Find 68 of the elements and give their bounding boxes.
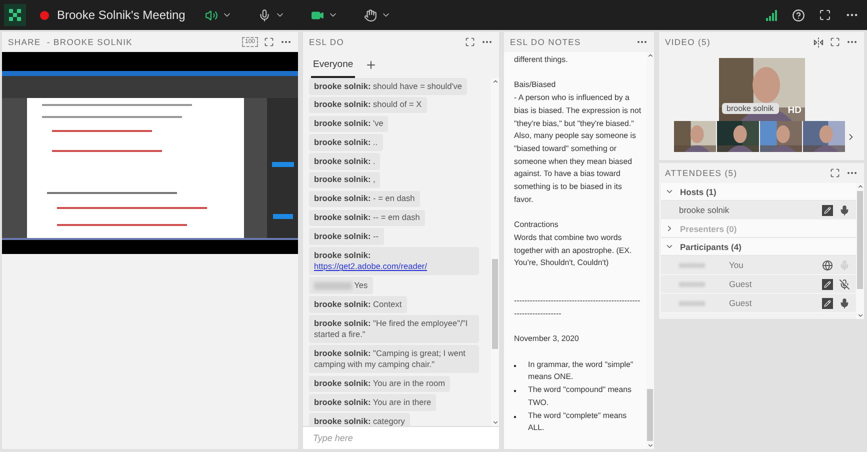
pod-title: ESL DO bbox=[309, 37, 346, 47]
scroll-up-icon[interactable] bbox=[492, 78, 498, 85]
attendee-role: Guest bbox=[729, 279, 753, 289]
scroll-down-icon[interactable] bbox=[856, 312, 864, 319]
maximize-icon[interactable] bbox=[830, 37, 840, 47]
attendee-role: Guest bbox=[729, 298, 753, 308]
meeting-title: Brooke Solnik's Meeting bbox=[57, 8, 186, 22]
scrollbar[interactable] bbox=[491, 78, 499, 426]
scroll-down-icon[interactable] bbox=[646, 442, 654, 449]
connection-signal-icon[interactable] bbox=[766, 10, 778, 20]
chat-message: brooke solnik: Context bbox=[309, 296, 407, 313]
fullscreen-icon[interactable] bbox=[819, 9, 831, 21]
app-logo-icon[interactable] bbox=[4, 4, 26, 26]
scrollbar[interactable] bbox=[856, 183, 864, 319]
chat-message: Yes bbox=[309, 277, 373, 294]
maximize-icon[interactable] bbox=[264, 37, 274, 47]
attendee-row[interactable]: Guest bbox=[661, 294, 856, 313]
chat-message: brooke solnik: You are in the room bbox=[309, 376, 450, 392]
mirror-icon[interactable] bbox=[813, 36, 824, 48]
chat-message: brooke solnik: category bbox=[309, 413, 410, 426]
attendee-row[interactable]: Guest bbox=[661, 275, 856, 294]
chat-message: brooke solnik: "Camping is great; I went camping with my camping chair." bbox=[309, 345, 479, 374]
chat-input-field[interactable]: Type here bbox=[303, 426, 499, 449]
chat-message: brooke solnik: . bbox=[309, 153, 380, 170]
chat-message: brooke solnik: .. bbox=[309, 134, 383, 151]
add-tab-icon[interactable] bbox=[365, 59, 378, 71]
chat-message: brooke solnik: should have = should've bbox=[309, 78, 468, 94]
muted-microphone-icon[interactable] bbox=[839, 278, 850, 290]
pod-title: ESL DO NOTES bbox=[510, 37, 582, 47]
microphone-icon bbox=[258, 8, 272, 22]
scroll-down-icon[interactable] bbox=[492, 419, 498, 426]
chat-message: brooke solnik: -- = em dash bbox=[309, 210, 425, 226]
recording-indicator[interactable] bbox=[40, 10, 49, 20]
chat-message: brooke solnik: -- bbox=[309, 228, 384, 245]
microphone-icon[interactable] bbox=[839, 204, 850, 216]
chat-message: brooke solnik: You are in there bbox=[309, 394, 436, 411]
hand-icon bbox=[364, 8, 378, 22]
chat-message: brooke solnik: "He fired the employee"/"I started a fire." bbox=[309, 315, 479, 344]
chevron-down-icon[interactable] bbox=[665, 242, 674, 251]
attendee-group-header[interactable]: Hosts (1) bbox=[661, 183, 856, 201]
maximize-icon[interactable] bbox=[465, 37, 475, 47]
chevron-down-icon[interactable] bbox=[665, 187, 674, 196]
scrollbar[interactable] bbox=[646, 52, 654, 449]
chat-message: brooke solnik: https://get2.adobe.com/reader/ bbox=[309, 247, 479, 276]
globe-icon[interactable] bbox=[822, 260, 833, 270]
maximize-icon[interactable] bbox=[830, 168, 840, 178]
pod-title: ATTENDEES (5) bbox=[665, 168, 738, 178]
chat-link[interactable]: https://get2.adobe.com/reader/ bbox=[314, 261, 428, 272]
attendee-row[interactable]: brooke solnik bbox=[661, 201, 856, 220]
attendee-role: You bbox=[729, 260, 744, 270]
chat-message: brooke solnik: should of = X bbox=[309, 96, 427, 114]
attendee-group-header[interactable]: Participants (4) bbox=[661, 238, 856, 256]
camera-icon bbox=[311, 8, 324, 22]
chat-message: brooke solnik: , bbox=[309, 172, 380, 188]
attendee-name: brooke solnik bbox=[679, 205, 730, 215]
pod-title: VIDEO (5) bbox=[665, 37, 712, 47]
pod-title: SHARE - BROOKE SOLNIK bbox=[8, 37, 134, 47]
pencil-icon[interactable] bbox=[822, 298, 833, 308]
microphone-icon[interactable] bbox=[839, 298, 850, 308]
chat-message: brooke solnik: 've bbox=[309, 116, 388, 132]
scroll-up-icon[interactable] bbox=[646, 52, 654, 59]
help-icon[interactable] bbox=[792, 8, 805, 22]
pencil-icon[interactable] bbox=[822, 204, 833, 216]
scroll-up-icon[interactable] bbox=[856, 183, 864, 190]
pencil-icon[interactable] bbox=[822, 278, 833, 290]
attendee-row[interactable]: You bbox=[661, 256, 856, 275]
chat-message: brooke solnik: - = en dash bbox=[309, 190, 420, 208]
speaker-icon bbox=[205, 8, 218, 22]
